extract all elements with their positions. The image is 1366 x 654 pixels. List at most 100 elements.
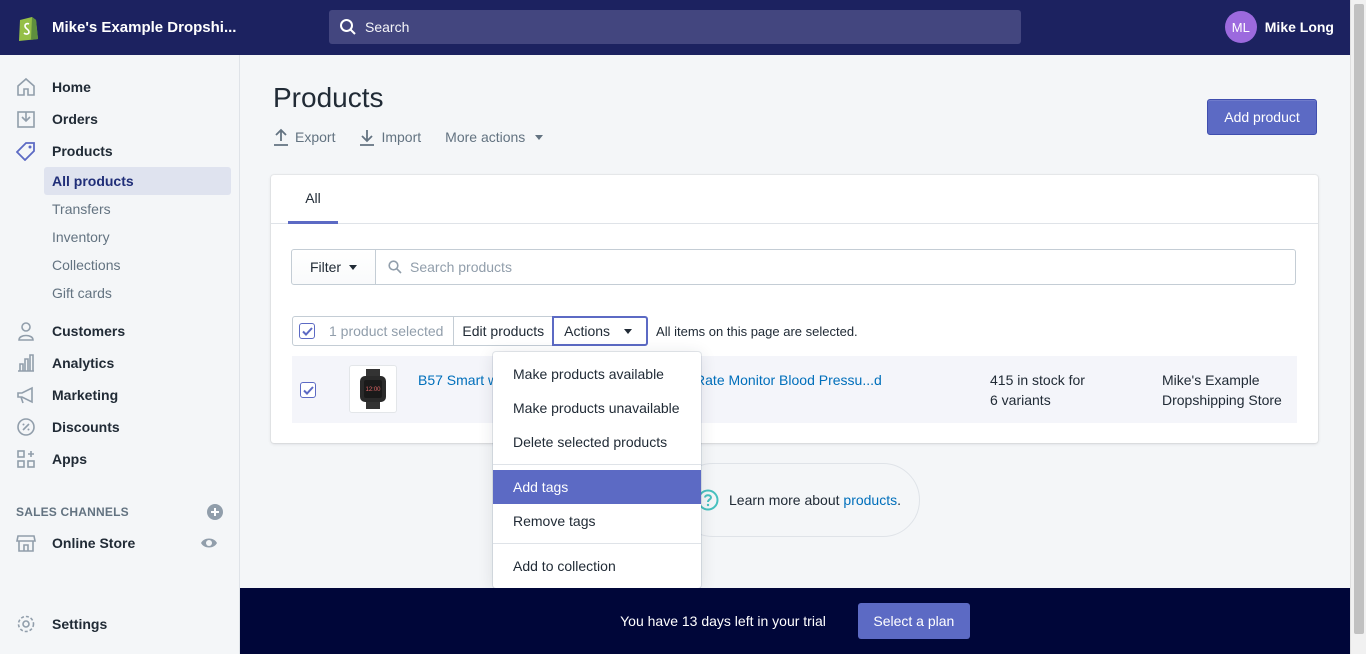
sidebar-item-online-store[interactable]: Online Store xyxy=(0,527,240,559)
smartwatch-image: 12:00 xyxy=(360,369,386,409)
svg-text:12:00: 12:00 xyxy=(365,387,381,393)
search-products-input[interactable]: Search products xyxy=(376,249,1296,285)
page-actions: Export Import More actions xyxy=(273,128,567,146)
filter-button[interactable]: Filter xyxy=(291,249,376,285)
sidebar-subitem-collections[interactable]: Collections xyxy=(44,251,231,279)
sidebar-item-label: Marketing xyxy=(52,387,119,403)
inventory-line: 6 variants xyxy=(990,392,1051,408)
products-card: All Filter Search products 1 product sel… xyxy=(271,175,1318,443)
inventory-cell: 415 in stock for 6 variants xyxy=(990,370,1130,410)
sidebar-item-label: Apps xyxy=(52,451,87,467)
vendor-line: Mike's Example xyxy=(1162,372,1260,388)
sidebar-item-label: Customers xyxy=(52,323,126,339)
inventory-line: 415 in stock for xyxy=(990,372,1085,388)
menu-item-make-available[interactable]: Make products available xyxy=(493,357,701,391)
store-name: Mike's Example Dropshi... xyxy=(52,19,237,36)
sidebar-item-apps[interactable]: Apps xyxy=(0,443,240,475)
sidebar-subitem-inventory[interactable]: Inventory xyxy=(44,223,231,251)
sidebar-item-label: Analytics xyxy=(52,355,115,371)
checkmark-icon xyxy=(302,385,314,395)
page-scrollbar[interactable] xyxy=(1350,0,1366,654)
learn-more-prefix: Learn more about xyxy=(729,492,844,508)
top-bar: Mike's Example Dropshi... Search ML Mike… xyxy=(0,0,1350,55)
import-button[interactable]: Import xyxy=(359,128,421,146)
sidebar-item-label: Products xyxy=(52,143,113,159)
learn-more-suffix: . xyxy=(897,492,901,508)
products-help-link[interactable]: products xyxy=(843,492,897,508)
vendor-line: Dropshipping Store xyxy=(1162,392,1282,408)
search-products-placeholder: Search products xyxy=(410,259,512,275)
discount-icon xyxy=(16,417,36,437)
edit-products-button[interactable]: Edit products xyxy=(454,316,554,346)
megaphone-icon xyxy=(16,385,36,405)
eye-icon[interactable] xyxy=(200,534,218,552)
sidebar: Home Orders Products All products Transf… xyxy=(0,55,240,654)
user-menu[interactable]: ML Mike Long xyxy=(1224,11,1334,43)
menu-item-add-tags[interactable]: Add tags xyxy=(493,470,701,504)
menu-item-delete-selected[interactable]: Delete selected products xyxy=(493,425,701,459)
actions-dropdown-menu: Make products available Make products un… xyxy=(493,352,701,588)
search-placeholder: Search xyxy=(365,19,410,35)
sidebar-item-label: Home xyxy=(52,79,91,95)
actions-dropdown-button[interactable]: Actions xyxy=(552,316,649,346)
tab-all[interactable]: All xyxy=(288,175,338,224)
product-thumbnail[interactable]: 12:00 xyxy=(349,365,397,413)
sidebar-subitem-transfers[interactable]: Transfers xyxy=(44,195,231,223)
trial-message: You have 13 days left in your trial xyxy=(620,613,826,629)
menu-divider xyxy=(493,464,701,465)
add-channel-icon[interactable] xyxy=(206,503,224,521)
row-checkbox[interactable] xyxy=(300,382,316,398)
sidebar-item-analytics[interactable]: Analytics xyxy=(0,347,240,379)
menu-item-remove-tags[interactable]: Remove tags xyxy=(493,504,701,538)
sidebar-item-label: Discounts xyxy=(52,419,120,435)
store-icon xyxy=(16,533,36,553)
sidebar-subitem-all-products[interactable]: All products xyxy=(44,167,231,195)
page-title: Products xyxy=(273,82,384,113)
sidebar-item-settings[interactable]: Settings xyxy=(0,608,240,640)
vendor-cell: Mike's Example Dropshipping Store xyxy=(1162,370,1297,410)
select-all-checkbox[interactable]: 1 product selected xyxy=(292,316,455,346)
sidebar-item-customers[interactable]: Customers xyxy=(0,315,240,347)
sidebar-item-discounts[interactable]: Discounts xyxy=(0,411,240,443)
gear-icon xyxy=(16,614,36,634)
store-brand[interactable]: Mike's Example Dropshi... xyxy=(0,14,240,42)
scrollbar-thumb[interactable] xyxy=(1354,4,1364,634)
sidebar-item-label: Settings xyxy=(52,616,108,632)
select-plan-button[interactable]: Select a plan xyxy=(857,603,970,639)
sidebar-item-products[interactable]: Products xyxy=(0,135,240,167)
bulk-actions-bar: 1 product selected Edit products Actions… xyxy=(292,316,858,346)
caret-down-icon xyxy=(349,264,358,270)
caret-down-icon xyxy=(535,134,544,140)
export-icon xyxy=(274,128,288,146)
table-row[interactable]: 12:00 B57 Smart w...one phone Smartwatch… xyxy=(292,356,1297,423)
sidebar-item-label: Online Store xyxy=(52,535,136,551)
checkbox[interactable] xyxy=(299,323,315,339)
sales-channels-header: SALES CHANNELS xyxy=(16,503,224,521)
menu-item-add-to-collection[interactable]: Add to collection xyxy=(493,549,701,583)
more-actions-button[interactable]: More actions xyxy=(445,129,544,145)
trial-banner: You have 13 days left in your trial Sele… xyxy=(240,588,1350,654)
selection-note: All items on this page are selected. xyxy=(656,323,858,339)
sidebar-item-home[interactable]: Home xyxy=(0,71,240,103)
actions-label: Actions xyxy=(564,323,611,339)
add-product-button[interactable]: Add product xyxy=(1207,99,1317,135)
learn-more-text: Learn more about products. xyxy=(729,492,901,508)
tabs: All xyxy=(271,175,1318,224)
caret-down-icon xyxy=(624,328,633,334)
sidebar-item-marketing[interactable]: Marketing xyxy=(0,379,240,411)
home-icon xyxy=(16,77,36,97)
global-search-input[interactable]: Search xyxy=(329,10,1021,44)
export-button[interactable]: Export xyxy=(273,128,335,146)
apps-icon xyxy=(16,449,36,469)
search-icon xyxy=(340,19,356,35)
learn-more-callout: Learn more about products. xyxy=(676,463,920,537)
sidebar-item-orders[interactable]: Orders xyxy=(0,103,240,135)
sidebar-subitem-gift-cards[interactable]: Gift cards xyxy=(44,279,231,307)
import-label: Import xyxy=(381,129,422,145)
sales-channels-title: SALES CHANNELS xyxy=(16,505,129,519)
orders-icon xyxy=(16,109,36,129)
user-name: Mike Long xyxy=(1264,19,1334,35)
filter-label: Filter xyxy=(309,259,342,275)
menu-divider xyxy=(493,543,701,544)
menu-item-make-unavailable[interactable]: Make products unavailable xyxy=(493,391,701,425)
